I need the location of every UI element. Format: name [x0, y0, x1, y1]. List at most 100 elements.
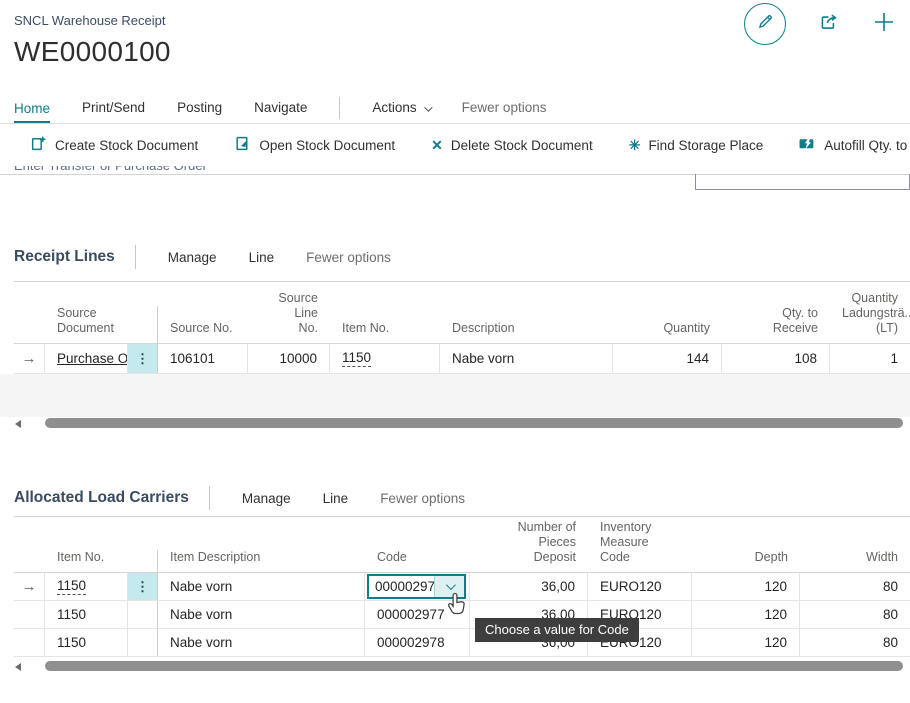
- receipt-lines-title: Receipt Lines: [14, 248, 115, 266]
- alc-fewer-options[interactable]: Fewer options: [380, 491, 465, 506]
- source-document-cell[interactable]: Purchase O...: [45, 344, 128, 373]
- tab-fewer-options[interactable]: Fewer options: [462, 100, 547, 123]
- item-no-cell[interactable]: 1150: [45, 601, 128, 628]
- item-description-cell[interactable]: Nabe vorn: [158, 629, 365, 656]
- asterisk-icon: ✳: [629, 138, 641, 152]
- col-source-line-no[interactable]: Source Line No.: [248, 291, 330, 343]
- chevron-down-icon: [446, 580, 456, 590]
- receipt-lines-table: Source Document Source No. Source Line N…: [14, 281, 910, 374]
- find-storage-place-button[interactable]: ✳ Find Storage Place: [629, 138, 764, 153]
- item-description-cell[interactable]: Nabe vorn: [158, 601, 365, 628]
- receipt-lines-line-menu[interactable]: Line: [249, 250, 275, 265]
- scrollbar-thumb[interactable]: [45, 661, 903, 671]
- edit-button[interactable]: [744, 3, 786, 45]
- ribbon-tab-bar: Home Print/Send Posting Navigate Actions…: [0, 94, 910, 124]
- col-inventory-measure-code[interactable]: Inventory Measure Code: [588, 520, 692, 572]
- col-description[interactable]: Description: [440, 321, 613, 343]
- col-source-no[interactable]: Source No.: [158, 321, 248, 343]
- depth-cell[interactable]: 120: [692, 573, 800, 600]
- autofill-lightning-icon: [799, 136, 816, 154]
- inventory-measure-code-cell[interactable]: EURO120: [588, 573, 692, 600]
- code-dropdown-value[interactable]: 000002976: [369, 576, 434, 597]
- col-quantity[interactable]: Quantity: [613, 321, 722, 343]
- section-divider: [209, 486, 210, 510]
- delete-stock-document-button[interactable]: ✕ Delete Stock Document: [431, 138, 593, 153]
- warehouse-receipt-page: SNCL Warehouse Receipt WE0000100 Home Pr…: [0, 0, 910, 703]
- row-options-menu-icon[interactable]: ⋮: [128, 573, 158, 600]
- col-quantity-lt[interactable]: Quantity Ladungsträ... (LT): [830, 291, 910, 343]
- qty-to-receive-cell[interactable]: 108: [722, 344, 830, 373]
- depth-cell[interactable]: 120: [692, 629, 800, 656]
- allocated-load-carriers-header: Allocated Load Carriers Manage Line Fewe…: [0, 480, 910, 516]
- col-pieces-deposit[interactable]: Number of Pieces Deposit: [470, 520, 588, 572]
- col-item-no[interactable]: Item No.: [330, 321, 440, 343]
- source-line-no-cell[interactable]: 10000: [248, 344, 330, 373]
- share-icon[interactable]: [818, 11, 840, 38]
- item-no-cell[interactable]: 1150: [330, 344, 440, 373]
- row-selector-column: [14, 565, 45, 572]
- item-no-cell[interactable]: 1150: [45, 573, 128, 600]
- field-tooltip: Choose a value for Code: [475, 618, 639, 642]
- width-cell[interactable]: 80: [800, 601, 910, 628]
- empty-grid-area: [0, 374, 910, 417]
- scrollbar-thumb[interactable]: [45, 418, 903, 428]
- scroll-left-arrow-icon[interactable]: [15, 663, 21, 671]
- col-code[interactable]: Code: [365, 550, 470, 572]
- alc-table-header: Item No. Item Description Code Number of…: [14, 516, 910, 573]
- code-cell[interactable]: 000002978: [365, 629, 470, 656]
- autofill-qty-button[interactable]: Autofill Qty. to Recei: [799, 136, 910, 154]
- col-width[interactable]: Width: [800, 550, 910, 572]
- tab-home[interactable]: Home: [14, 101, 50, 124]
- table-row: 1150 Nabe vorn 000002978 36,00 EURO120 1…: [14, 629, 910, 657]
- allocated-load-carriers-title: Allocated Load Carriers: [14, 489, 189, 507]
- mouse-cursor-hand-icon: [447, 592, 469, 623]
- tab-print-send[interactable]: Print/Send: [82, 100, 145, 123]
- receipt-lines-table-header: Source Document Source No. Source Line N…: [14, 281, 910, 344]
- col-item-description[interactable]: Item Description: [158, 550, 365, 572]
- tab-posting[interactable]: Posting: [177, 100, 222, 123]
- allocated-load-carriers-table: Item No. Item Description Code Number of…: [14, 516, 910, 657]
- horizontal-scrollbar: [0, 417, 910, 430]
- pencil-icon: [756, 13, 774, 36]
- chevron-down-icon: [424, 103, 432, 111]
- alc-manage-menu[interactable]: Manage: [242, 491, 291, 506]
- open-stock-document-button[interactable]: Open Stock Document: [234, 135, 395, 155]
- create-stock-document-button[interactable]: Create Stock Document: [30, 135, 198, 155]
- clipped-field-row: [0, 175, 910, 190]
- pieces-deposit-cell[interactable]: 36,00: [470, 573, 588, 600]
- table-row: → Purchase O... ⋮ 106101 10000 1150 Nabe…: [14, 344, 910, 374]
- document-plus-icon: [30, 135, 47, 155]
- clipped-input-field[interactable]: [695, 174, 910, 190]
- receipt-lines-manage-menu[interactable]: Manage: [168, 250, 217, 265]
- section-divider: [135, 245, 136, 269]
- col-depth[interactable]: Depth: [692, 550, 800, 572]
- tab-divider: [339, 97, 340, 119]
- col-item-no[interactable]: Item No.: [45, 550, 158, 572]
- horizontal-scrollbar: [0, 660, 910, 673]
- receipt-lines-header: Receipt Lines Manage Line Fewer options: [0, 238, 910, 276]
- tab-actions-menu[interactable]: Actions: [372, 100, 429, 123]
- receipt-lines-fewer-options[interactable]: Fewer options: [306, 250, 391, 265]
- clipped-field-label: Enter Transfer or Purchase Order: [0, 166, 910, 174]
- alc-line-menu[interactable]: Line: [323, 491, 349, 506]
- width-cell[interactable]: 80: [800, 629, 910, 656]
- item-description-cell[interactable]: Nabe vorn: [158, 573, 365, 600]
- delete-x-icon: ✕: [431, 138, 443, 152]
- plus-icon[interactable]: [872, 10, 896, 39]
- width-cell[interactable]: 80: [800, 573, 910, 600]
- source-no-cell[interactable]: 106101: [158, 344, 248, 373]
- row-options-menu-icon[interactable]: ⋮: [128, 344, 158, 373]
- depth-cell[interactable]: 120: [692, 601, 800, 628]
- active-row-arrow-icon: →: [14, 573, 45, 600]
- item-no-cell[interactable]: 1150: [45, 629, 128, 656]
- active-row-arrow-icon: →: [14, 344, 45, 373]
- tab-navigate[interactable]: Navigate: [254, 100, 307, 123]
- row-selector-column: [14, 336, 45, 343]
- col-source-document[interactable]: Source Document: [45, 306, 158, 343]
- document-edit-icon: [234, 135, 251, 155]
- quantity-lt-cell[interactable]: 1: [830, 344, 910, 373]
- col-qty-to-receive[interactable]: Qty. to Receive: [722, 306, 830, 343]
- scroll-left-arrow-icon[interactable]: [15, 420, 21, 428]
- quantity-cell[interactable]: 144: [613, 344, 722, 373]
- description-cell[interactable]: Nabe vorn: [440, 344, 613, 373]
